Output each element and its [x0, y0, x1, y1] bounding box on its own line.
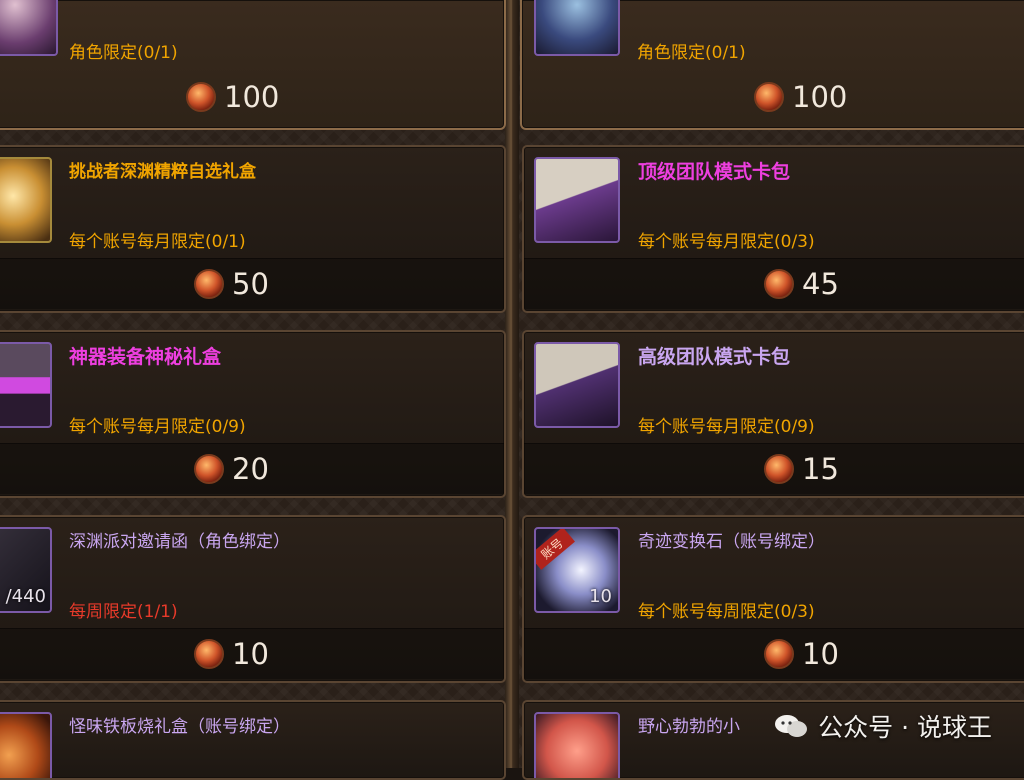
- shop-item-card[interactable]: 顶级团队模式卡包 每个账号每月限定(0/3) 45: [522, 145, 1024, 313]
- item-title: 怪味铁板烧礼盒（账号绑定）: [69, 717, 290, 737]
- gold-crystal-box-icon: [0, 157, 52, 243]
- price-value: 50: [232, 267, 269, 301]
- coin-icon: [194, 454, 224, 484]
- price: 20: [194, 452, 269, 486]
- shop-item-card[interactable]: 角色限定(0/1) 100: [520, 0, 1024, 130]
- item-title: 神器装备神秘礼盒: [69, 346, 222, 368]
- shop-item-card[interactable]: /440 深渊派对邀请函（角色绑定） 每周限定(1/1) 10: [0, 515, 506, 683]
- watermark-text: 公众号 · 说球王: [818, 713, 992, 742]
- teppanyaki-gift-box-icon: [0, 712, 52, 778]
- shop-item-card[interactable]: 高级团队模式卡包 每个账号每月限定(0/9) 15: [522, 330, 1024, 498]
- purchase-limit: 每个账号每月限定(0/3): [638, 232, 815, 252]
- item-title: 挑战者深渊精粹自选礼盒: [69, 162, 256, 182]
- purchase-limit: 每个账号每周限定(0/3): [638, 602, 815, 622]
- purchase-limit: 每个账号每月限定(0/9): [69, 417, 246, 437]
- purchase-limit: 每个账号每月限定(0/1): [69, 232, 246, 252]
- item-title: 野心勃勃的小: [638, 717, 740, 737]
- price: 50: [194, 267, 269, 301]
- shop-item-card[interactable]: 角色限定(0/1) 100: [0, 0, 506, 130]
- wechat-logo-icon: [775, 715, 808, 737]
- account-bound-badge: 账号: [536, 529, 575, 570]
- transform-stone-icon: 账号 10: [534, 527, 620, 613]
- price: 100: [186, 80, 279, 114]
- price: 15: [764, 452, 839, 486]
- item-quantity: /440: [5, 586, 46, 607]
- shop-item-card[interactable]: 神器装备神秘礼盒 每个账号每月限定(0/9) 20: [0, 330, 506, 498]
- shop-item-card[interactable]: 账号 10 奇迹变换石（账号绑定） 每个账号每周限定(0/3) 10: [522, 515, 1024, 683]
- price: 10: [194, 637, 269, 671]
- item-title: 高级团队模式卡包: [638, 346, 791, 368]
- price: 45: [764, 267, 839, 301]
- price-value: 45: [802, 267, 839, 301]
- price-value: 15: [802, 452, 839, 486]
- item-title: 奇迹变换石（账号绑定）: [638, 532, 825, 552]
- purchase-limit: 角色限定(0/1): [69, 43, 178, 63]
- character-portrait-icon: [0, 0, 58, 56]
- price-row: 50: [0, 258, 504, 309]
- item-title: 顶级团队模式卡包: [638, 161, 791, 183]
- coin-icon: [764, 639, 794, 669]
- price-value: 10: [232, 637, 269, 671]
- card-pack-icon: [534, 157, 620, 243]
- shop-item-card[interactable]: 怪味铁板烧礼盒（账号绑定）: [0, 700, 506, 780]
- party-invitation-icon: /440: [0, 527, 52, 613]
- price: 100: [754, 80, 847, 114]
- price-value: 10: [802, 637, 839, 671]
- watermark: 公众号 · 说球王: [774, 708, 992, 744]
- price-row: 100: [522, 70, 1024, 128]
- purchase-limit: 角色限定(0/1): [637, 43, 746, 63]
- artifact-chest-icon: [0, 342, 52, 428]
- price-value: 100: [224, 80, 280, 114]
- coin-icon: [186, 82, 216, 112]
- price-row: 20: [0, 443, 504, 494]
- price: 10: [764, 637, 839, 671]
- coin-icon: [194, 639, 224, 669]
- coin-icon: [764, 454, 794, 484]
- item-title: 深渊派对邀请函（角色绑定）: [69, 532, 290, 552]
- card-pack-icon: [534, 342, 620, 428]
- purchase-limit: 每个账号每月限定(0/9): [638, 417, 815, 437]
- column-divider: [505, 0, 519, 768]
- price-row: 45: [524, 258, 1024, 309]
- price-value: 20: [232, 452, 269, 486]
- octopus-icon: [534, 712, 620, 778]
- coin-icon: [764, 269, 794, 299]
- price-row: 10: [0, 628, 504, 679]
- shop-item-card[interactable]: 挑战者深渊精粹自选礼盒 每个账号每月限定(0/1) 50: [0, 145, 506, 313]
- price-row: 100: [0, 70, 504, 128]
- price-row: 10: [524, 628, 1024, 679]
- purchase-limit: 每周限定(1/1): [69, 602, 178, 622]
- character-portrait-icon: [534, 0, 620, 56]
- coin-icon: [754, 82, 784, 112]
- price-row: 15: [524, 443, 1024, 494]
- coin-icon: [194, 269, 224, 299]
- price-value: 100: [792, 80, 848, 114]
- item-quantity: 10: [589, 586, 612, 607]
